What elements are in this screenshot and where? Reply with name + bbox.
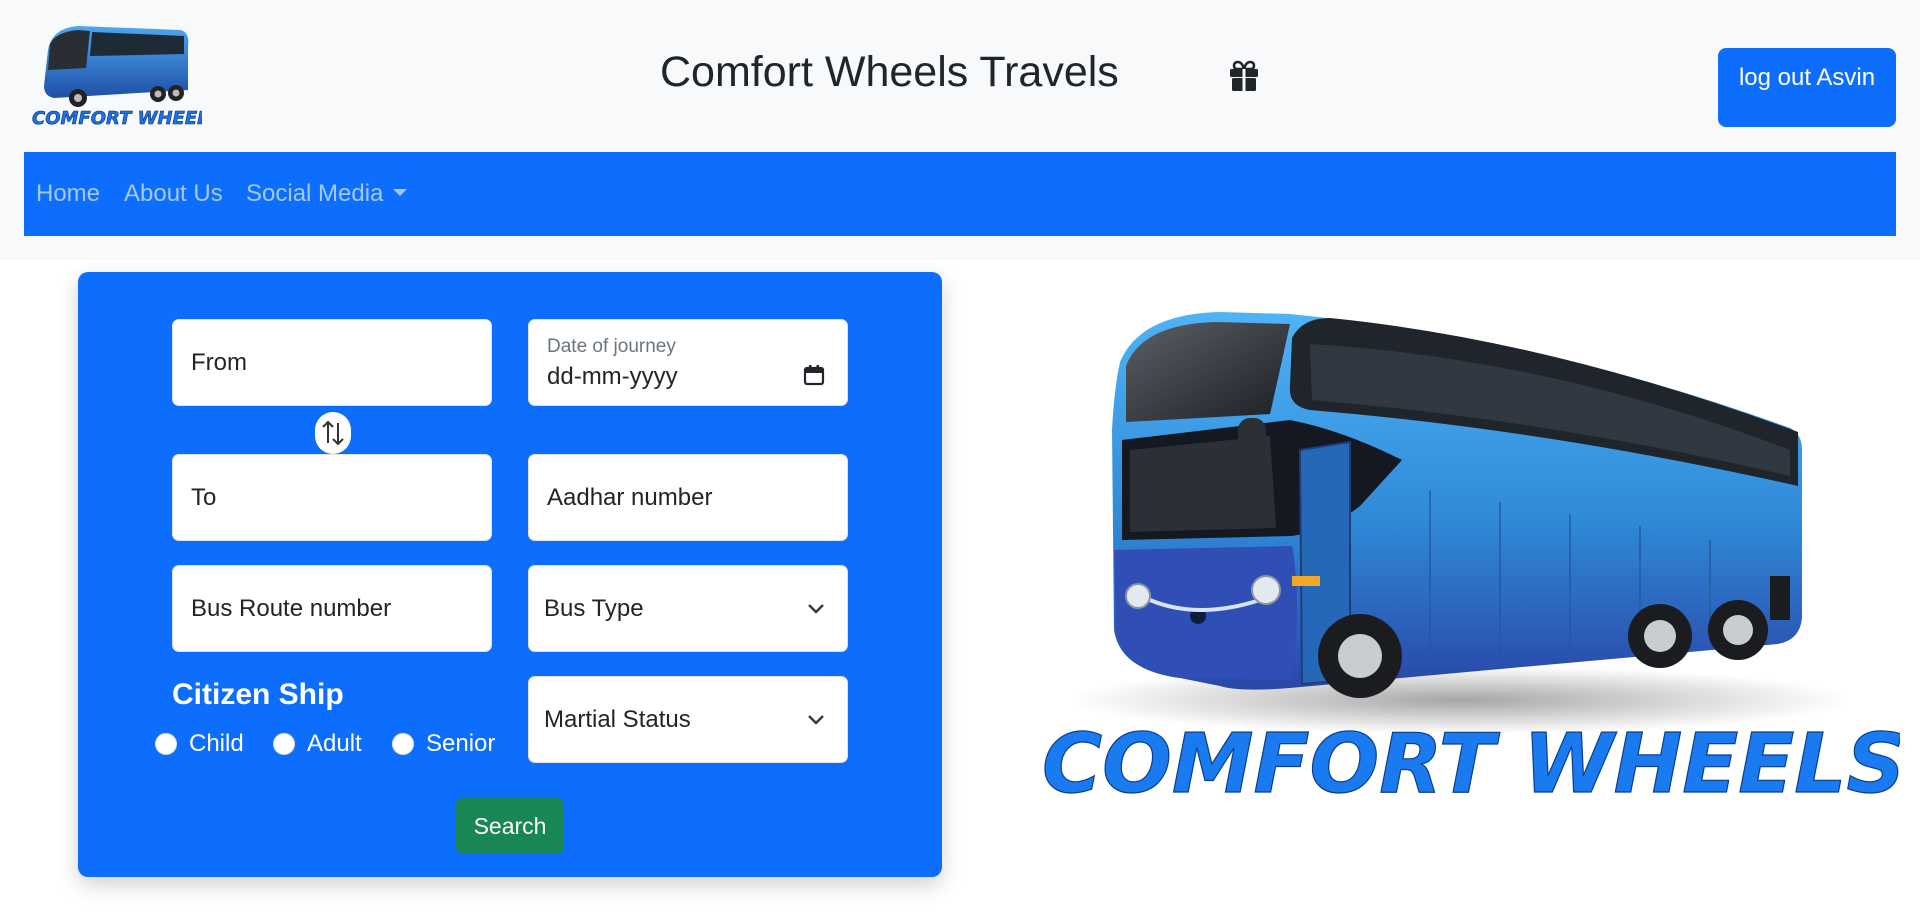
nav-social-media[interactable]: Social Media bbox=[246, 180, 408, 208]
bus-route-placeholder: Bus Route number bbox=[191, 595, 392, 622]
chevron-down-icon bbox=[808, 604, 824, 614]
logout-button[interactable]: log out Asvin bbox=[1718, 48, 1896, 127]
calendar-icon[interactable] bbox=[803, 364, 825, 386]
site-title: Comfort Wheels Travels bbox=[660, 48, 1119, 96]
aadhar-placeholder: Aadhar number bbox=[547, 484, 713, 511]
to-input[interactable]: To bbox=[172, 454, 492, 541]
bus-route-input[interactable]: Bus Route number bbox=[172, 565, 492, 652]
date-of-journey-input[interactable]: Date of journey dd-mm-yyyy bbox=[528, 319, 848, 406]
navbar: Home About Us Social Media bbox=[24, 152, 1896, 236]
radio-senior[interactable]: Senior bbox=[392, 730, 495, 758]
radio-child-input[interactable] bbox=[155, 733, 177, 755]
marital-status-select[interactable]: Martial Status bbox=[528, 676, 848, 763]
date-value: dd-mm-yyyy bbox=[547, 363, 678, 390]
marital-status-value: Martial Status bbox=[544, 706, 691, 733]
chevron-down-icon bbox=[808, 715, 824, 725]
hero-logo-text: COMFORT WHEELS bbox=[1042, 717, 1900, 812]
date-label: Date of journey bbox=[547, 336, 676, 357]
radio-senior-label: Senior bbox=[426, 730, 496, 757]
radio-child[interactable]: Child bbox=[155, 730, 244, 758]
gift-icon[interactable] bbox=[1228, 58, 1260, 92]
radio-adult-label: Adult bbox=[307, 730, 362, 757]
radio-senior-input[interactable] bbox=[392, 733, 414, 755]
brand-logo[interactable]: COMFORT WHEELS bbox=[30, 20, 202, 132]
citizenship-label: Citizen Ship bbox=[172, 678, 344, 711]
from-placeholder: From bbox=[191, 349, 247, 376]
radio-adult-input[interactable] bbox=[273, 733, 295, 755]
nav-about-us[interactable]: About Us bbox=[124, 180, 223, 208]
nav-social-media-label: Social Media bbox=[246, 180, 384, 207]
logo-wordmark: COMFORT WHEELS bbox=[32, 108, 202, 129]
radio-child-label: Child bbox=[189, 730, 244, 757]
chevron-down-icon bbox=[393, 189, 408, 196]
swap-button[interactable] bbox=[315, 412, 351, 454]
to-placeholder: To bbox=[191, 484, 217, 511]
bus-type-value: Bus Type bbox=[544, 595, 644, 622]
radio-adult[interactable]: Adult bbox=[273, 730, 362, 758]
nav-home[interactable]: Home bbox=[36, 180, 100, 208]
from-input[interactable]: From bbox=[172, 319, 492, 406]
swap-arrows-icon bbox=[322, 420, 344, 446]
aadhar-input[interactable]: Aadhar number bbox=[528, 454, 848, 541]
bus-type-select[interactable]: Bus Type bbox=[528, 565, 848, 652]
hero-bus-illustration: COMFORT WHEELS bbox=[1041, 312, 1900, 813]
search-button[interactable]: Search bbox=[456, 798, 564, 854]
